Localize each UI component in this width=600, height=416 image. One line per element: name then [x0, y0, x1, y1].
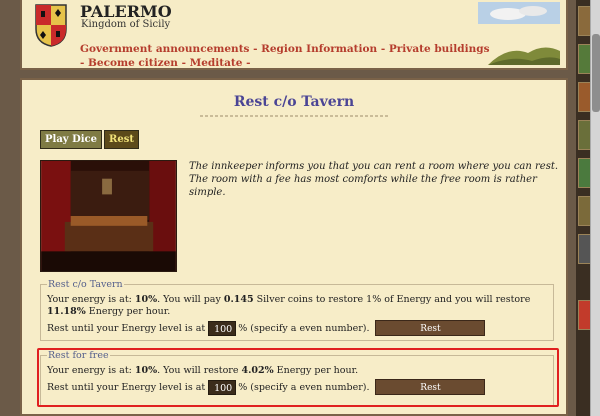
kingdom-name: Kingdom of Sicily	[81, 19, 171, 30]
free-rest-info: Your energy is at: 10%. You will restore…	[47, 365, 547, 377]
coat-of-arms-icon	[35, 4, 67, 47]
pay-prefix: . You will pay	[157, 294, 224, 305]
rest-cost: 0.145	[223, 294, 254, 305]
side-panel	[576, 0, 600, 416]
town-header: PALERMO Kingdom of Sicily Government ann…	[20, 0, 568, 70]
paid-rest-section: Rest c/o Tavern Your energy is at: 10%. …	[40, 279, 554, 341]
tab-play-dice[interactable]: Play Dice	[40, 130, 103, 149]
rest-until-suffix: % (specify a even number).	[238, 322, 370, 334]
nav-region-information[interactable]: Region Information	[261, 43, 377, 55]
scrollbar[interactable]	[590, 0, 600, 416]
tavern-panel: Rest c/o Tavern Play Dice Rest The innke…	[20, 78, 568, 416]
restore-suffix: Energy per hour.	[273, 365, 359, 376]
paid-rest-button[interactable]: Rest	[375, 320, 486, 336]
nav-meditate[interactable]: Meditate	[190, 57, 243, 69]
restore-prefix: . You will restore	[157, 365, 242, 376]
rest-until-label: Rest until your Energy level is at	[47, 322, 206, 334]
scrollbar-thumb[interactable]	[592, 34, 600, 112]
nav-separator: -	[80, 57, 85, 69]
nav-government-announcements[interactable]: Government announcements	[80, 43, 249, 55]
tavern-room-image	[40, 160, 177, 272]
paid-rest-legend: Rest c/o Tavern	[48, 279, 123, 290]
innkeeper-text: The innkeeper informs you that you can r…	[189, 161, 559, 198]
free-rest-section: Rest for free Your energy is at: 10%. Yo…	[40, 350, 554, 406]
nav-separator: -	[380, 43, 386, 55]
energy-value: 10%	[134, 365, 158, 376]
paid-rest-form: Rest until your Energy level is at 100 %…	[47, 320, 547, 336]
nav-separator: -	[246, 57, 251, 69]
restore-rate: 11.18%	[47, 306, 86, 317]
energy-level-input[interactable]: 100	[208, 379, 237, 395]
restore-suffix: Energy per hour.	[85, 306, 171, 317]
free-rest-legend: Rest for free	[48, 350, 109, 361]
town-nav: Government announcements - Region Inform…	[80, 42, 490, 70]
paid-rest-info: Your energy is at: 10%. You will pay 0.1…	[47, 294, 547, 318]
nav-private-buildings[interactable]: Private buildings	[389, 43, 490, 55]
nav-separator: -	[181, 57, 186, 69]
nav-become-citizen[interactable]: Become citizen	[88, 57, 178, 69]
landscape-decoration-icon	[488, 47, 560, 65]
ornament-divider-icon	[200, 115, 390, 117]
energy-prefix: Your energy is at:	[47, 365, 135, 376]
free-rest-button[interactable]: Rest	[375, 379, 486, 395]
restore-rate: 4.02%	[241, 365, 274, 376]
rest-until-label: Rest until your Energy level is at	[47, 381, 206, 393]
energy-level-input[interactable]: 100	[208, 320, 237, 336]
tab-bar: Play Dice Rest	[40, 130, 139, 149]
page-title: Rest c/o Tavern	[233, 94, 355, 110]
pay-suffix: Silver coins to restore 1% of Energy and…	[253, 294, 531, 305]
free-rest-form: Rest until your Energy level is at 100 %…	[47, 379, 547, 395]
rest-until-suffix: % (specify a even number).	[238, 381, 370, 393]
energy-prefix: Your energy is at:	[47, 294, 135, 305]
nav-separator: -	[253, 43, 258, 55]
tab-rest[interactable]: Rest	[104, 130, 139, 149]
sky-decoration-icon	[478, 2, 560, 24]
energy-value: 10%	[134, 294, 158, 305]
